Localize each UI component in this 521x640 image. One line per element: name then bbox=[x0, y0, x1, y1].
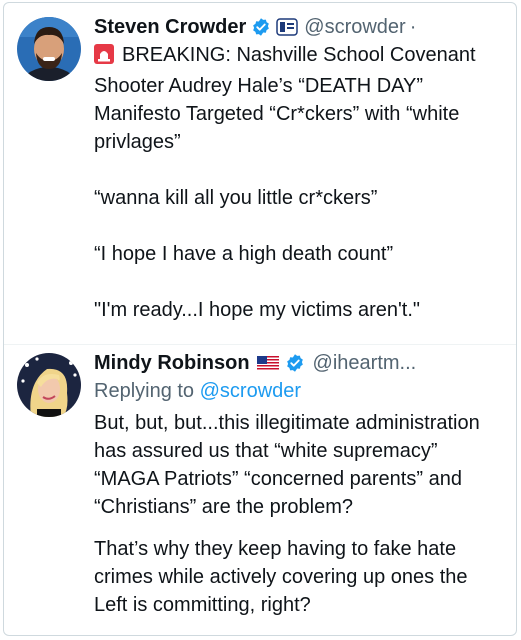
verified-badge-icon bbox=[285, 353, 305, 373]
verified-badge-icon bbox=[251, 17, 271, 37]
tweet-text: But, but, but...this illegitimate admini… bbox=[94, 409, 506, 619]
org-affiliation-icon[interactable] bbox=[276, 18, 299, 36]
display-name[interactable]: Mindy Robinson bbox=[94, 349, 250, 377]
tweet-header: Steven Crowder @scrowder · bbox=[94, 13, 506, 41]
tweet-paragraph: BREAKING: Nashville School Covenant Shoo… bbox=[94, 41, 506, 156]
tweet-steven-crowder[interactable]: Steven Crowder @scrowder · BREAKING: Nas… bbox=[4, 3, 516, 345]
tweet-header: Mindy Robinson @iheartm... bbox=[94, 349, 506, 377]
tweet-paragraph: That’s why they keep having to fake hate… bbox=[94, 538, 468, 616]
user-handle[interactable]: @iheartm... bbox=[313, 349, 417, 377]
replying-handle-link[interactable]: @scrowder bbox=[200, 380, 301, 402]
tweet-paragraph: But, but, but...this illegitimate admini… bbox=[94, 412, 480, 518]
tweet-paragraph: “wanna kill all you little cr*ckers” bbox=[94, 187, 378, 209]
us-flag-icon bbox=[256, 355, 279, 371]
tweet-paragraph: "I'm ready...I hope my victims aren't." bbox=[94, 299, 421, 321]
tweet-paragraph: “I hope I have a high death count” bbox=[94, 243, 394, 265]
tweet-line-breaking: BREAKING: Nashville School Covenant Shoo… bbox=[94, 44, 476, 153]
avatar-image bbox=[17, 353, 81, 417]
replying-prefix: Replying to bbox=[94, 380, 195, 402]
replying-to: Replying to @scrowder bbox=[94, 377, 506, 405]
user-handle[interactable]: @scrowder bbox=[304, 13, 405, 41]
siren-emoji-icon bbox=[94, 44, 114, 72]
tweet-mindy-robinson[interactable]: Mindy Robinson @iheartm... Replying to @… bbox=[4, 345, 516, 635]
screenshot-frame: Steven Crowder @scrowder · BREAKING: Nas… bbox=[3, 2, 517, 636]
avatar-image bbox=[17, 17, 81, 81]
tweet-text: BREAKING: Nashville School Covenant Shoo… bbox=[94, 41, 506, 324]
display-name[interactable]: Steven Crowder bbox=[94, 13, 246, 41]
separator-dot: · bbox=[409, 16, 417, 38]
avatar[interactable] bbox=[17, 17, 81, 81]
avatar[interactable] bbox=[17, 353, 81, 417]
